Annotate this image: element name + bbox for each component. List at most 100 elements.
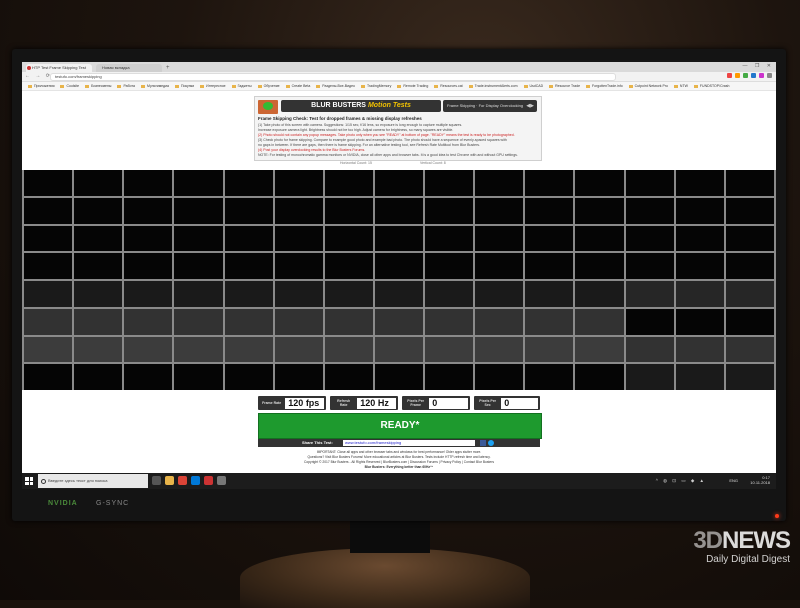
bookmark-item[interactable]: TradingMemory — [360, 84, 391, 88]
grid-cell — [525, 364, 574, 390]
grid-cell — [174, 225, 223, 252]
extension-icon[interactable] — [727, 73, 732, 78]
bookmark-item[interactable]: Покупки — [175, 84, 194, 88]
taskbar-search-input[interactable]: Введите здесь текст для поиска — [38, 474, 148, 488]
new-tab-button[interactable]: + — [166, 64, 170, 72]
grid-cell — [725, 225, 774, 252]
grid-cell — [675, 225, 724, 252]
bookmark-label: Приложения — [34, 84, 55, 88]
grid-cell — [374, 197, 424, 224]
bookmark-label: Coolsite — [66, 84, 80, 88]
bookmark-item[interactable]: Обучение — [257, 84, 280, 88]
bookmark-item[interactable]: FUNDSTOP/Crash — [693, 84, 730, 88]
bookmark-item[interactable]: Cutpoint Network Pro — [628, 84, 668, 88]
grid-cell — [374, 308, 424, 335]
url-input[interactable]: testufo.com/frameskipping — [50, 73, 616, 81]
menu-icon[interactable] — [767, 73, 772, 78]
grid-cell — [124, 197, 173, 224]
clock[interactable]: 0:17 10.11.2018 — [750, 475, 770, 485]
grid-cell — [725, 336, 774, 363]
bookmark-item[interactable]: Resource Trade — [549, 84, 580, 88]
grid-cell — [475, 336, 524, 363]
grid-cell — [224, 197, 273, 224]
grid-cell — [24, 253, 73, 279]
grid-cell — [124, 281, 173, 307]
tab-frame-skipping[interactable]: HTP Test Frame Skipping Test — [26, 64, 92, 72]
selector-arrows-icon[interactable]: ◀▶ — [526, 100, 534, 112]
grid-cell — [224, 170, 273, 196]
bookmark-item[interactable]: Бизнесмены — [85, 84, 111, 88]
grid-cell — [425, 170, 474, 196]
bookmark-item[interactable]: Мультимедиа — [141, 84, 169, 88]
test-selector-value: Frame Skipping · For Display Overclockin… — [447, 103, 524, 108]
info-title: Frame Skipping Check: Test for dropped f… — [258, 116, 422, 121]
grid-cell — [274, 225, 323, 252]
twitter-icon[interactable] — [488, 440, 494, 446]
bookmark-item[interactable]: Гаджеты — [231, 84, 252, 88]
bookmark-item[interactable]: Разделы-Все-Видео — [316, 84, 355, 88]
grid-cell — [174, 281, 223, 307]
extension-icon[interactable] — [759, 73, 764, 78]
windows-taskbar: Введите здесь текст для поиска ^ ◍ ⊡ ▭ ◆… — [22, 473, 776, 489]
windows-start-icon[interactable] — [25, 477, 33, 485]
grid-cell — [575, 308, 624, 335]
grid-cell — [425, 197, 474, 224]
chrome-icon[interactable] — [178, 476, 187, 485]
grid-cell — [74, 197, 123, 224]
app-icon[interactable] — [204, 476, 213, 485]
grid-cell — [475, 281, 524, 307]
horizontal-count-label: Horizontal Count: 15 — [340, 161, 372, 165]
folder-icon — [200, 84, 205, 88]
grid-cell — [324, 225, 373, 252]
grid-cell — [324, 281, 373, 307]
grid-cell — [324, 170, 373, 196]
test-selector[interactable]: Frame Skipping · For Display Overclockin… — [443, 100, 537, 112]
grid-cell — [324, 308, 373, 335]
facebook-icon[interactable] — [480, 440, 486, 446]
bookmark-label: Cutpoint Network Pro — [634, 84, 668, 88]
grid-cell — [74, 364, 123, 390]
extension-icon[interactable] — [743, 73, 748, 78]
grid-cell — [675, 336, 724, 363]
monitor-stand-base — [240, 548, 530, 608]
bookmark-item[interactable]: Работа — [117, 84, 135, 88]
task-view-icon[interactable] — [152, 476, 161, 485]
language-indicator[interactable]: ENG — [729, 478, 738, 483]
system-tray-icons[interactable]: ^ ◍ ⊡ ▭ ◆ ▲ — [656, 478, 706, 484]
bookmark-item[interactable]: Resources.cat — [434, 84, 463, 88]
favicon-icon — [27, 66, 31, 70]
extension-icon[interactable] — [735, 73, 740, 78]
bookmark-item[interactable]: Coolsite — [60, 84, 79, 88]
bookmark-item[interactable]: Приложения — [28, 84, 54, 88]
navigation-icons[interactable]: ← → ⟳ — [25, 73, 52, 79]
bookmark-label: Resources.cat — [440, 84, 463, 88]
grid-cell — [24, 197, 73, 224]
tab-new[interactable]: Новая вкладка — [96, 64, 162, 72]
grid-cell — [224, 364, 273, 390]
footer-questions: Questions? Visit Blur Busters Forums! Mo… — [307, 455, 491, 459]
bookmark-item[interactable]: UsdCAD — [523, 84, 543, 88]
bookmark-item[interactable]: Create Beta — [285, 84, 310, 88]
ready-button[interactable]: READY* — [258, 413, 542, 439]
window-controls[interactable]: — ❐ ✕ — [743, 63, 774, 69]
bookmark-item[interactable]: Trade.instrumentAlerts.com — [468, 84, 518, 88]
share-bar: Share This Test: www.testufo.com/framesk… — [258, 439, 540, 447]
bookmark-item[interactable]: ForgottenTrade.info — [586, 84, 623, 88]
bookmark-label: FUNDSTOP/Crash — [699, 84, 730, 88]
bookmark-item[interactable]: Интересное — [200, 84, 226, 88]
grid-cell — [174, 308, 223, 335]
folder-icon — [434, 84, 439, 88]
bookmark-item[interactable]: Remote Trading — [397, 84, 428, 88]
folder-icon — [628, 84, 633, 88]
readout-label: Refresh Rate — [337, 399, 351, 407]
grid-cell — [575, 281, 624, 307]
grid-cell — [725, 253, 774, 279]
file-explorer-icon[interactable] — [165, 476, 174, 485]
folder-icon — [141, 84, 145, 88]
app-icon[interactable] — [217, 476, 226, 485]
bookmark-item[interactable]: NTW — [673, 84, 688, 88]
pixels-per-frame-readout: Pixels Per Frame 0 — [402, 396, 470, 410]
extension-icon[interactable] — [751, 73, 756, 78]
app-icon[interactable] — [191, 476, 200, 485]
share-url-input[interactable]: www.testufo.com/frameskipping — [343, 440, 475, 446]
